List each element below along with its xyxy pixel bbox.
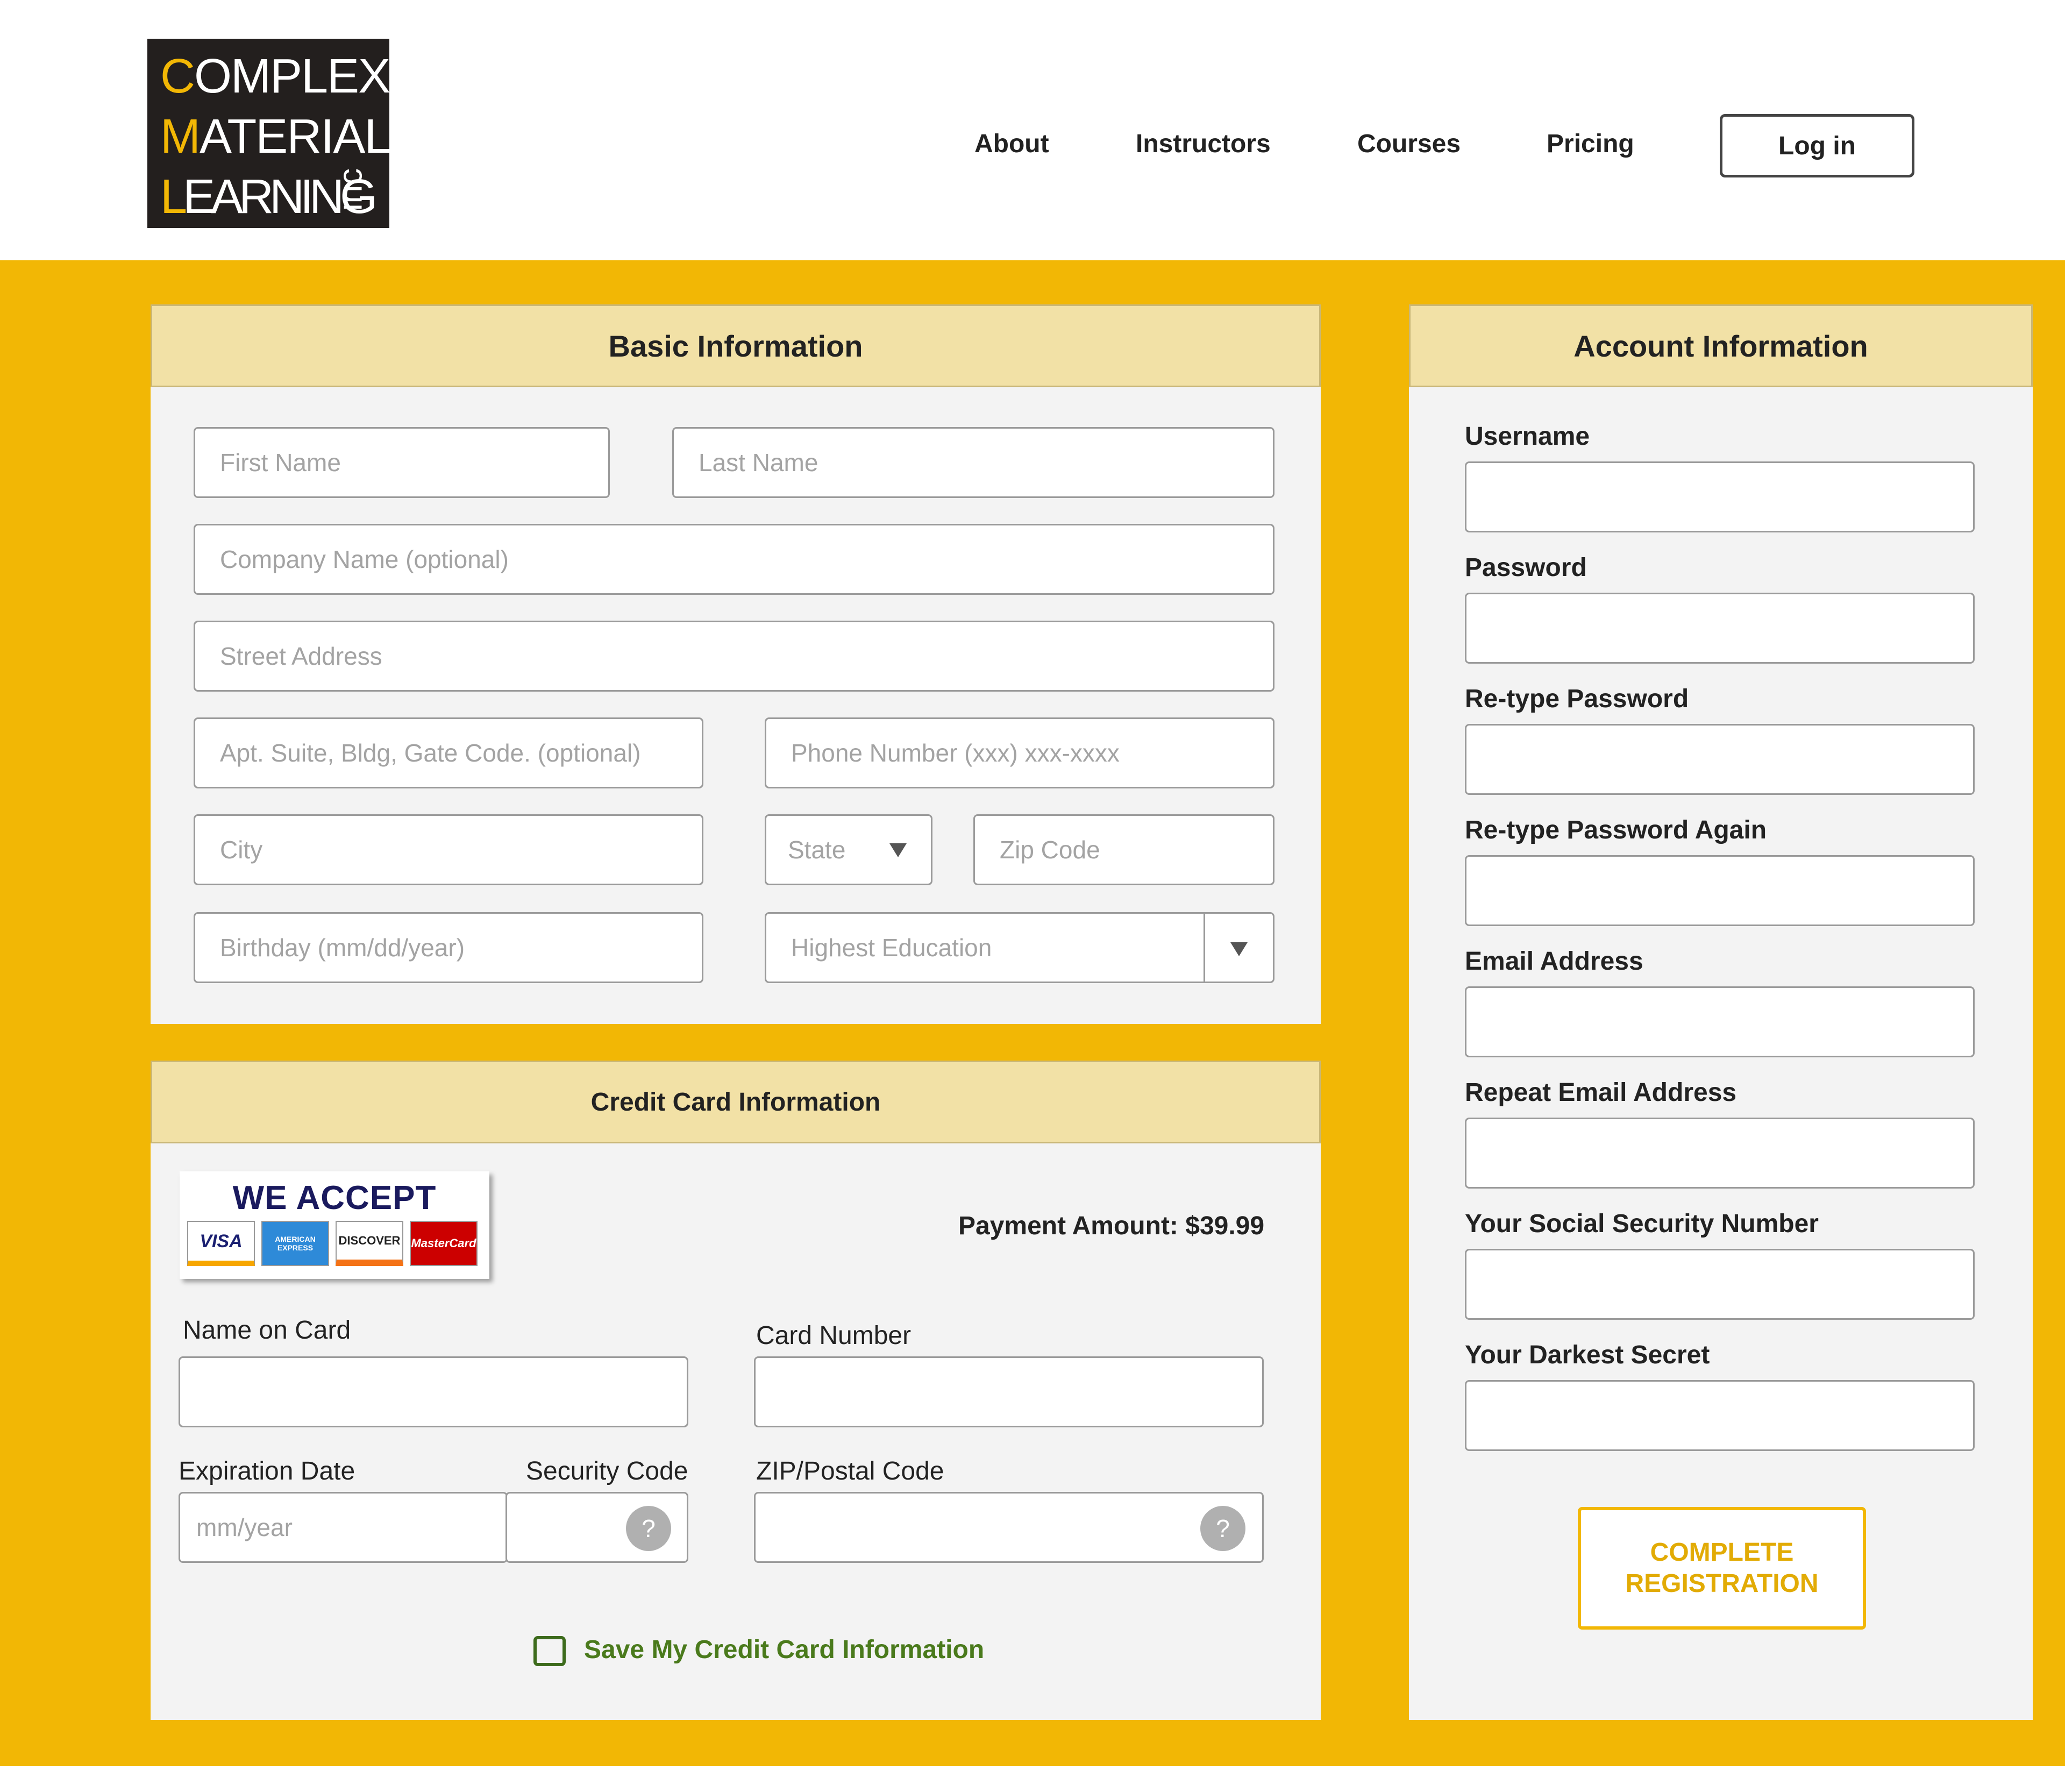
repeat-email-field[interactable]	[1465, 1118, 1975, 1189]
state-chevron-down-icon	[889, 843, 907, 857]
visa-logo: VISA	[187, 1221, 255, 1266]
education-select[interactable]: Highest Education	[765, 912, 1274, 983]
city-field[interactable]: City	[194, 814, 703, 885]
company-logo[interactable]: COMPLEX MATERIAL LEARNING inc	[147, 39, 391, 228]
first-name-field[interactable]: First Name	[194, 427, 610, 498]
we-accept-label: WE ACCEPT	[232, 1179, 437, 1217]
retype-password-again-label: Re-type Password Again	[1465, 816, 1767, 844]
username-label: Username	[1465, 422, 1590, 451]
security-code-label: Security Code	[526, 1457, 688, 1485]
logo-suffix: inc	[332, 168, 369, 211]
zip-code-field[interactable]: Zip Code	[973, 814, 1274, 885]
name-on-card-label: Name on Card	[183, 1316, 351, 1345]
amex-logo: AMERICAN EXPRESS	[261, 1221, 329, 1266]
complete-registration-line2: REGISTRATION	[1625, 1569, 1819, 1598]
nav-instructors[interactable]: Instructors	[1136, 129, 1271, 159]
zip-postal-field[interactable]	[754, 1492, 1264, 1563]
account-info-title: Account Information	[1409, 304, 2033, 387]
retype-password-field[interactable]	[1465, 724, 1975, 795]
expiration-date-label: Expiration Date	[179, 1457, 355, 1485]
save-card-checkbox[interactable]	[533, 1636, 566, 1666]
site-header: COMPLEX MATERIAL LEARNING inc About Inst…	[0, 0, 2065, 260]
email-address-label: Email Address	[1465, 947, 1643, 976]
credit-card-title: Credit Card Information	[151, 1061, 1321, 1143]
state-select-value: State	[788, 836, 846, 864]
username-field[interactable]	[1465, 461, 1975, 532]
darkest-secret-label: Your Darkest Secret	[1465, 1341, 1710, 1369]
name-on-card-field[interactable]	[179, 1356, 688, 1427]
payment-amount: Payment Amount: $39.99	[958, 1212, 1265, 1240]
select-divider	[1204, 914, 1205, 982]
ssn-field[interactable]	[1465, 1249, 1975, 1320]
basic-info-title: Basic Information	[151, 304, 1321, 387]
expiration-date-field[interactable]: mm/year	[179, 1492, 508, 1563]
complete-registration-line1: COMPLETE	[1650, 1538, 1794, 1567]
zip-help-icon[interactable]: ?	[1200, 1506, 1245, 1551]
company-name-field[interactable]: Company Name (optional)	[194, 524, 1274, 595]
card-number-field[interactable]	[754, 1356, 1264, 1427]
nav-pricing[interactable]: Pricing	[1547, 129, 1634, 159]
nav-about[interactable]: About	[974, 129, 1049, 159]
email-address-field[interactable]	[1465, 986, 1975, 1057]
education-select-value: Highest Education	[791, 934, 992, 962]
last-name-field[interactable]: Last Name	[672, 427, 1274, 498]
ssn-label: Your Social Security Number	[1465, 1210, 1819, 1238]
login-button[interactable]: Log in	[1720, 114, 1914, 177]
password-label: Password	[1465, 553, 1587, 582]
darkest-secret-field[interactable]	[1465, 1380, 1975, 1451]
discover-logo: DISCOVER	[336, 1221, 403, 1266]
apt-suite-field[interactable]: Apt. Suite, Bldg, Gate Code. (optional)	[194, 717, 703, 788]
mastercard-logo: MasterCard	[410, 1221, 478, 1266]
retype-password-again-field[interactable]	[1465, 855, 1975, 926]
repeat-email-label: Repeat Email Address	[1465, 1078, 1737, 1107]
accepted-cards-badge: WE ACCEPT VISA AMERICAN EXPRESS DISCOVER…	[180, 1171, 489, 1279]
password-field[interactable]	[1465, 593, 1975, 664]
save-card-label[interactable]: Save My Credit Card Information	[584, 1635, 984, 1665]
state-select[interactable]: State	[765, 814, 932, 885]
phone-number-field[interactable]: Phone Number (xxx) xxx-xxxx	[765, 717, 1274, 788]
street-address-field[interactable]: Street Address	[194, 621, 1274, 692]
complete-registration-button[interactable]: COMPLETE REGISTRATION	[1578, 1507, 1866, 1630]
card-number-label: Card Number	[756, 1321, 912, 1350]
zip-postal-label: ZIP/Postal Code	[756, 1457, 944, 1485]
education-chevron-down-icon	[1230, 942, 1248, 956]
retype-password-label: Re-type Password	[1465, 685, 1689, 713]
nav-courses[interactable]: Courses	[1357, 129, 1461, 159]
security-code-help-icon[interactable]: ?	[626, 1506, 671, 1551]
birthday-field[interactable]: Birthday (mm/dd/year)	[194, 912, 703, 983]
